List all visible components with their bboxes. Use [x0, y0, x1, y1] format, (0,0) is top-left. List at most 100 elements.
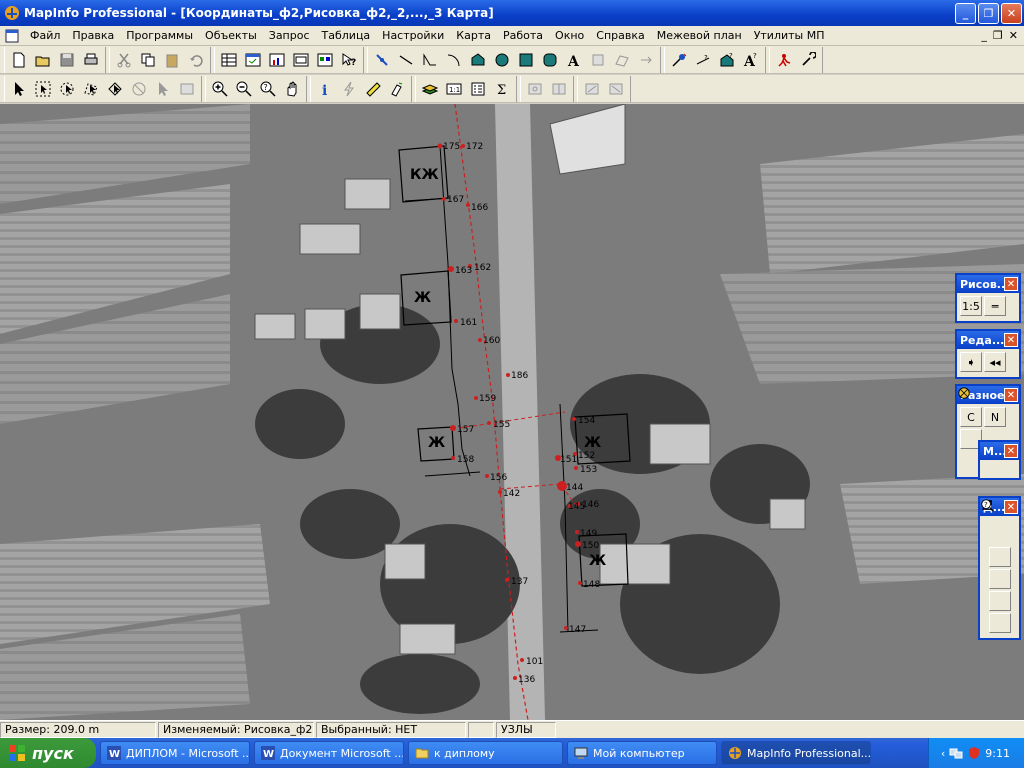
unselect-icon[interactable] [128, 78, 150, 100]
ellipse-tool-icon[interactable] [491, 49, 513, 71]
save-icon[interactable] [56, 49, 78, 71]
close-button[interactable]: ✕ [1001, 2, 1022, 24]
radius-select-icon[interactable] [56, 78, 78, 100]
polygon-tool-icon[interactable] [467, 49, 489, 71]
query-tool-icon[interactable]: ? [981, 499, 1011, 633]
forward-button[interactable]: ➧ [960, 352, 982, 372]
menu-help[interactable]: Справка [590, 26, 650, 46]
arrow-tool-icon[interactable] [982, 500, 1011, 567]
text-tool-icon[interactable]: A [563, 49, 585, 71]
frame-tool-icon[interactable] [587, 49, 609, 71]
ruler-icon[interactable] [362, 78, 384, 100]
arrow-tool-icon[interactable] [982, 500, 1011, 589]
zoom-out-icon[interactable] [233, 78, 255, 100]
rewind-button[interactable]: ◂◂ [984, 352, 1006, 372]
cut-icon[interactable] [113, 49, 135, 71]
status-zoom-size[interactable]: Размер: 209.0 m [0, 721, 156, 738]
task-diploma-word[interactable]: W ДИПЛОМ - Microsoft ... [100, 741, 250, 765]
task-my-computer[interactable]: Мой компьютер [567, 741, 717, 765]
task-mapinfo[interactable]: MapInfo Professional... [721, 741, 871, 765]
task-document-word[interactable]: W Документ Microsoft ... [254, 741, 404, 765]
m-palette[interactable]: М...✕ [978, 440, 1021, 480]
status-snap-mode[interactable]: УЗЛЫ [496, 721, 556, 738]
maximize-button[interactable]: ❐ [978, 2, 999, 24]
polyline-tool-icon[interactable] [419, 49, 441, 71]
document-icon[interactable] [4, 28, 20, 44]
editing-palette[interactable]: Реда... ✕ ➧ ◂◂ [955, 329, 1021, 379]
paste-icon[interactable] [161, 49, 183, 71]
drawing-palette[interactable]: Рисов...✕ 1:5 ═ [955, 273, 1021, 323]
menu-window[interactable]: Окно [549, 26, 590, 46]
invert-select-icon[interactable] [152, 78, 174, 100]
mdi-minimize-button[interactable]: _ [981, 29, 987, 42]
menu-programs[interactable]: Программы [120, 26, 199, 46]
d-palette[interactable]: Д... ✕ ? [978, 496, 1021, 640]
close-icon[interactable]: ✕ [1004, 500, 1018, 514]
undo-icon[interactable] [185, 49, 207, 71]
change-view-icon[interactable]: ? [257, 78, 279, 100]
select-arrow-icon[interactable] [8, 78, 30, 100]
menu-work[interactable]: Работа [497, 26, 549, 46]
angle-tool-icon[interactable] [982, 500, 1011, 611]
menu-table[interactable]: Таблица [316, 26, 377, 46]
clip-region-icon[interactable] [581, 78, 603, 100]
help-pointer-icon[interactable]: ? [338, 49, 360, 71]
task-folder[interactable]: к диплому [408, 741, 563, 765]
new-grapher-icon[interactable] [266, 49, 288, 71]
menu-file[interactable]: Файл [24, 26, 66, 46]
copy-icon[interactable] [137, 49, 159, 71]
shield-icon[interactable] [967, 746, 981, 760]
rounded-rect-tool-icon[interactable] [539, 49, 561, 71]
aerial-map[interactable]: КЖ Ж Ж Ж Ж 175 172 167 166 163 162 161 1… [0, 104, 1024, 720]
marquee-select-icon[interactable] [32, 78, 54, 100]
print-icon[interactable] [80, 49, 102, 71]
close-icon[interactable]: ✕ [1004, 444, 1018, 458]
tools-wrench-icon[interactable] [797, 49, 819, 71]
boundary-select-icon[interactable] [104, 78, 126, 100]
menu-utilities[interactable]: Утилиты МП [748, 26, 831, 46]
c-button[interactable]: C [960, 407, 982, 427]
arc-tool-icon[interactable] [443, 49, 465, 71]
start-button[interactable]: пуск [0, 738, 96, 768]
new-browser-icon[interactable] [218, 49, 240, 71]
menu-query[interactable]: Запрос [263, 26, 316, 46]
assign-target-icon[interactable] [524, 78, 546, 100]
new-layout-icon[interactable] [290, 49, 312, 71]
mp-text-tool-icon[interactable]: A? [740, 49, 762, 71]
hotlink-icon[interactable] [338, 78, 360, 100]
zoom-in-icon[interactable] [209, 78, 231, 100]
clip-toggle-icon[interactable] [605, 78, 627, 100]
layer-control-icon[interactable] [419, 78, 441, 100]
menu-boundary-plan[interactable]: Межевой план [651, 26, 748, 46]
menu-options[interactable]: Настройки [376, 26, 450, 46]
status-editable-layer[interactable]: Изменяемый: Рисовка_ф2 [158, 721, 314, 738]
tray-arrow-icon[interactable]: ‹ [941, 747, 945, 760]
line-style-button[interactable]: ═ [984, 296, 1006, 316]
line-tool-icon[interactable] [395, 49, 417, 71]
new-redistrict-icon[interactable] [314, 49, 336, 71]
map-window[interactable]: КЖ Ж Ж Ж Ж 175 172 167 166 163 162 161 1… [0, 104, 1024, 720]
split-tool-icon[interactable] [548, 78, 570, 100]
mdi-close-button[interactable]: ✕ [1009, 29, 1018, 42]
network-icon[interactable] [949, 746, 963, 760]
menu-map[interactable]: Карта [450, 26, 497, 46]
mp-line-tool-icon[interactable]: ? [692, 49, 714, 71]
mp-point-tool-icon[interactable] [668, 49, 690, 71]
polygon-select-icon[interactable] [80, 78, 102, 100]
statistics-icon[interactable]: Σ [491, 78, 513, 100]
menu-objects[interactable]: Объекты [199, 26, 263, 46]
new-mapper-icon[interactable] [242, 49, 264, 71]
scale-bar-icon[interactable]: 1:1 [443, 78, 465, 100]
graph-select-icon[interactable] [176, 78, 198, 100]
run-tool-icon[interactable] [773, 49, 795, 71]
add-node-tool-icon[interactable] [635, 49, 657, 71]
mp-polygon-tool-icon[interactable]: ? [716, 49, 738, 71]
close-icon[interactable]: ✕ [1004, 277, 1018, 291]
reshape-tool-icon[interactable] [611, 49, 633, 71]
menu-edit[interactable]: Правка [66, 26, 120, 46]
rectangle-tool-icon[interactable] [515, 49, 537, 71]
close-icon[interactable]: ✕ [1004, 333, 1018, 347]
title-bar[interactable]: MapInfo Professional - [Координаты_ф2,Ри… [0, 0, 1024, 26]
close-icon[interactable]: ✕ [1004, 388, 1018, 402]
label-tool-icon[interactable] [386, 78, 408, 100]
